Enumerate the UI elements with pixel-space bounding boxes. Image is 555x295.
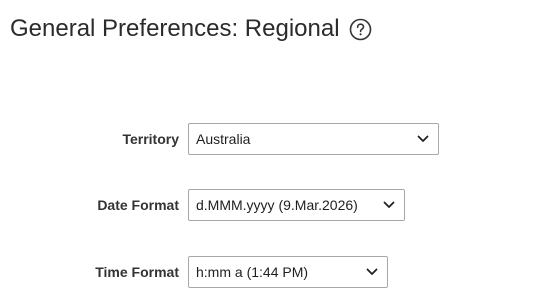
date-format-label: Date Format <box>97 197 179 213</box>
page-header: General Preferences: Regional <box>10 14 372 44</box>
territory-label: Territory <box>122 131 179 147</box>
time-format-label: Time Format <box>95 264 179 280</box>
territory-row: Territory Australia <box>0 123 439 155</box>
date-format-row: Date Format d.MMM.yyyy (9.Mar.2026) <box>0 189 405 221</box>
time-format-row: Time Format h:mm a (1:44 PM) <box>0 256 388 288</box>
date-format-value: d.MMM.yyyy (9.Mar.2026) <box>196 197 358 213</box>
territory-value: Australia <box>196 131 251 147</box>
chevron-down-icon <box>417 135 429 142</box>
time-format-value: h:mm a (1:44 PM) <box>196 264 309 280</box>
regional-preferences-page: General Preferences: Regional Territory … <box>0 0 555 295</box>
date-format-select[interactable]: d.MMM.yyyy (9.Mar.2026) <box>188 189 405 221</box>
territory-select[interactable]: Australia <box>188 123 439 155</box>
time-format-select[interactable]: h:mm a (1:44 PM) <box>188 256 388 288</box>
chevron-down-icon <box>383 201 395 208</box>
help-icon[interactable] <box>349 18 372 41</box>
page-title: General Preferences: Regional <box>10 15 340 42</box>
chevron-down-icon <box>366 268 378 275</box>
